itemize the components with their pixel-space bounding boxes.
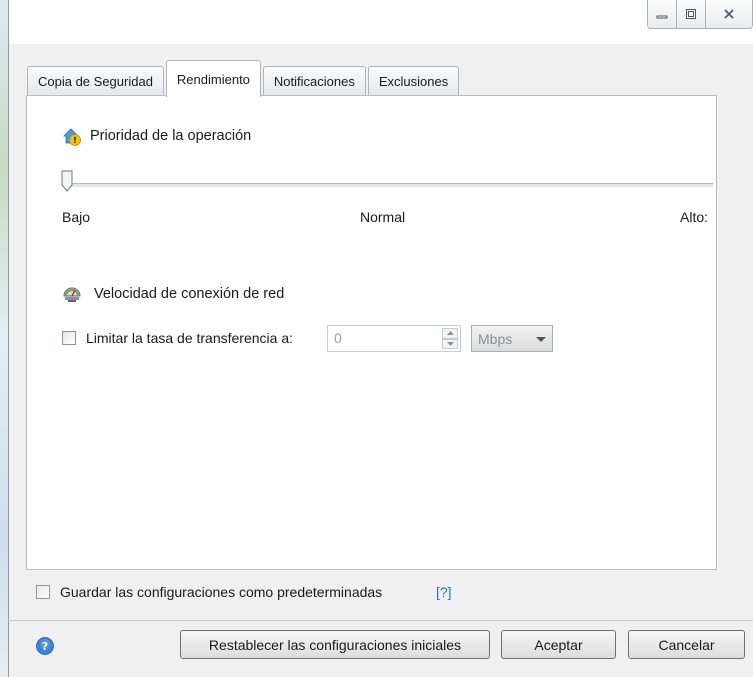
caption-buttons (647, 0, 753, 29)
priority-slider-thumb[interactable] (61, 170, 73, 192)
limit-transfer-label: Limitar la tasa de transferencia a: (86, 330, 293, 346)
rate-unit-value: Mbps (478, 330, 513, 347)
spin-up-button[interactable] (442, 328, 458, 339)
spin-buttons (442, 328, 458, 349)
minimize-button[interactable] (647, 0, 677, 29)
priority-slider-track[interactable] (62, 183, 713, 187)
tab-notifications[interactable]: Notificaciones (262, 66, 366, 96)
footer-divider (8, 620, 753, 621)
spin-up-icon (446, 331, 454, 336)
tab-performance[interactable]: Rendimiento (165, 60, 261, 97)
network-speed-icon (63, 287, 81, 302)
title-bar (9, 0, 753, 44)
maximize-button[interactable] (677, 0, 706, 29)
maximize-icon (686, 9, 696, 19)
tab-exclusions[interactable]: Exclusiones (367, 66, 460, 96)
priority-warning-icon (63, 128, 81, 146)
tab-bar: Copia de Seguridad Rendimiento Notificac… (27, 60, 461, 97)
close-icon (724, 9, 734, 19)
transfer-rate-input[interactable] (328, 326, 434, 349)
spin-down-button[interactable] (442, 338, 458, 349)
reset-defaults-button[interactable]: Restablecer las configuraciones iniciale… (180, 630, 490, 659)
network-section-title: Velocidad de conexión de red (62, 284, 284, 304)
priority-section-title: Prioridad de la operación (62, 126, 251, 146)
tab-label: Notificaciones (273, 74, 355, 89)
priority-title: Prioridad de la operación (90, 128, 252, 144)
save-defaults-checkbox[interactable] (36, 585, 50, 599)
cancel-button[interactable]: Cancelar (628, 630, 745, 659)
priority-high-label: Alto: (680, 209, 709, 225)
tab-backup[interactable]: Copia de Seguridad (27, 66, 164, 96)
save-defaults-label: Guardar las configuraciones como predete… (60, 584, 383, 600)
tab-label: Rendimiento (176, 71, 250, 87)
close-button[interactable] (706, 0, 753, 29)
transfer-rate-stepper[interactable] (327, 325, 461, 352)
chevron-down-icon (536, 337, 546, 342)
save-defaults-help-link[interactable]: [?] (436, 584, 452, 600)
svg-text:?: ? (42, 640, 48, 653)
ok-button[interactable]: Aceptar (501, 630, 616, 659)
limit-transfer-checkbox[interactable] (62, 331, 76, 345)
network-title: Velocidad de conexión de red (94, 286, 285, 302)
priority-low-label: Bajo (62, 209, 91, 225)
tab-label: Exclusiones (378, 74, 449, 89)
help-icon[interactable]: ? (36, 637, 54, 655)
spin-down-icon (446, 341, 454, 346)
rate-unit-select[interactable]: Mbps (471, 325, 553, 352)
tab-label: Copia de Seguridad (38, 74, 153, 89)
minimize-icon (656, 15, 668, 19)
priority-normal-label: Normal (360, 209, 406, 225)
